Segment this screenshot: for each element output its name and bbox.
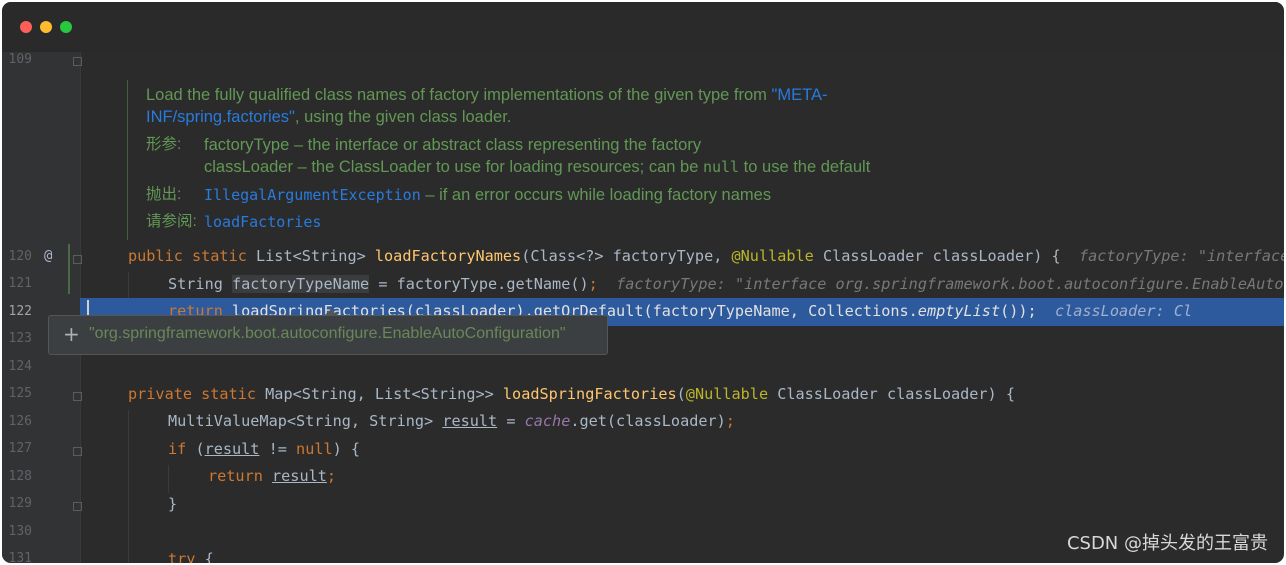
line-number: 127	[8, 441, 32, 456]
popup-value: "org.springframework.boot.autoconfigure.…	[89, 325, 566, 342]
javadoc-string-literal: INF/spring.factories"	[146, 108, 295, 126]
minimize-button[interactable]	[40, 21, 52, 33]
code-text: ());	[1000, 302, 1037, 320]
javadoc-text: , using the given class loader.	[294, 108, 512, 126]
variable: result	[204, 440, 260, 458]
semicolon: ;	[725, 412, 735, 430]
code-text: (Class<?> factoryType,	[521, 247, 732, 265]
inline-debug-hint: factoryType: "interface org.springframew…	[616, 275, 1284, 293]
annotation: @Nullable	[731, 247, 823, 265]
fold-icon[interactable]	[73, 57, 82, 66]
type: List<String>	[256, 247, 375, 265]
title-bar	[2, 2, 1284, 52]
code-line-126[interactable]: MultiValueMap<String, String> result = c…	[168, 409, 735, 433]
keyword: null	[296, 440, 333, 458]
code-line-125[interactable]: private static Map<String, List<String>>…	[128, 382, 1015, 406]
line-number: 126	[8, 414, 32, 429]
fold-icon[interactable]	[73, 447, 82, 456]
code-text: MultiValueMap<String, String>	[168, 412, 443, 430]
variable: result	[442, 412, 498, 430]
line-number: 131	[8, 551, 32, 563]
see-also-label: 请参阅:	[146, 213, 197, 230]
line-number: 130	[8, 524, 32, 539]
watermark: CSDN @掉头发的王富贵	[1066, 533, 1268, 554]
code-line-131[interactable]: try {	[168, 547, 214, 563]
throws-label: 抛出:	[146, 186, 182, 203]
value-tooltip-popup[interactable]: + "org.springframework.boot.autoconfigur…	[48, 309, 608, 355]
keyword: return	[208, 467, 273, 485]
static-call: emptyList	[917, 302, 1001, 320]
highlighted-variable: factoryTypeName	[232, 275, 370, 293]
line-number: 128	[8, 469, 32, 484]
close-button[interactable]	[20, 21, 32, 33]
throws-entry: IllegalArgumentException – if an error o…	[204, 184, 771, 206]
plus-icon[interactable]: +	[63, 322, 80, 346]
javadoc-description: Load the fully qualified class names of …	[146, 84, 827, 106]
throws-type-link[interactable]: IllegalArgumentException	[204, 186, 421, 204]
code-text: {	[204, 550, 214, 563]
code-text: ClassLoader classLoader) {	[822, 247, 1061, 265]
change-marker	[68, 244, 70, 294]
javadoc-code: null	[702, 158, 740, 176]
params-label: 形参:	[146, 136, 182, 153]
override-marker-icon[interactable]: @	[44, 246, 52, 266]
fold-icon[interactable]	[73, 502, 82, 511]
variable: result	[272, 467, 327, 485]
fold-icon[interactable]	[73, 255, 82, 264]
ide-window: 109 120 121 122 123 124 125 126 127 128 …	[2, 2, 1284, 563]
line-number: 121	[8, 276, 32, 291]
javadoc-text: classLoader – the ClassLoader to use for…	[204, 158, 703, 176]
line-number: 125	[8, 386, 32, 401]
keyword: try	[168, 550, 205, 563]
javadoc-description-cont: INF/spring.factories", using the given c…	[146, 106, 511, 128]
semicolon: ;	[588, 275, 598, 293]
code-line-121[interactable]: String factoryTypeName = factoryType.get…	[168, 272, 1284, 296]
code-text: (	[195, 440, 205, 458]
code-line-127[interactable]: if (result != null) {	[168, 437, 360, 461]
inline-debug-hint: factoryType: "interface org.springframew…	[1079, 247, 1284, 265]
code-line-128[interactable]: return result;	[208, 464, 336, 488]
keyword: public static	[128, 247, 257, 265]
indent-guide	[168, 465, 169, 493]
javadoc-text: to use the default	[739, 158, 871, 176]
line-number: 129	[8, 496, 32, 511]
line-number: 124	[8, 359, 32, 374]
see-also-link[interactable]: loadFactories	[204, 211, 321, 233]
code-text: ClassLoader classLoader) {	[777, 385, 1015, 403]
code-text: ) {	[332, 440, 361, 458]
code-line-120[interactable]: public static List<String> loadFactoryNa…	[128, 244, 1284, 268]
javadoc-string-literal: "META-	[771, 86, 828, 104]
fold-icon[interactable]	[73, 392, 82, 401]
javadoc-text: Load the fully qualified class names of …	[146, 86, 772, 104]
code-text: = factoryType.getName()	[369, 275, 589, 293]
static-field: cache	[524, 412, 571, 430]
code-line-129[interactable]: }	[168, 492, 177, 516]
param-factory-type: factoryType – the interface or abstract …	[204, 136, 702, 154]
semicolon: ;	[326, 467, 337, 485]
type: Map<String, List<String>>	[265, 385, 503, 403]
line-number: 120	[8, 249, 32, 264]
code-text: .get(classLoader)	[570, 412, 726, 430]
method-name: loadSpringFactories	[502, 385, 677, 403]
keyword: if	[168, 440, 196, 458]
inline-debug-hint: classLoader: Cl	[1054, 302, 1193, 320]
code-text: String	[168, 275, 233, 293]
code-text: =	[497, 412, 525, 430]
method-name: loadFactoryNames	[374, 247, 522, 265]
indent-guide	[128, 410, 129, 563]
line-number: 123	[8, 331, 32, 346]
popup-pointer	[324, 309, 338, 316]
keyword: private static	[128, 385, 266, 403]
param-class-loader: classLoader – the ClassLoader to use for…	[204, 156, 870, 178]
annotation: @Nullable	[685, 385, 778, 403]
line-number-current: 122	[8, 304, 32, 319]
maximize-button[interactable]	[60, 21, 72, 33]
line-number: 109	[8, 52, 32, 67]
rendered-javadoc: Load the fully qualified class names of …	[127, 80, 1284, 240]
javadoc-text: – if an error occurs while loading facto…	[420, 186, 772, 204]
code-text: !=	[259, 440, 297, 458]
code-text: (	[676, 385, 686, 403]
